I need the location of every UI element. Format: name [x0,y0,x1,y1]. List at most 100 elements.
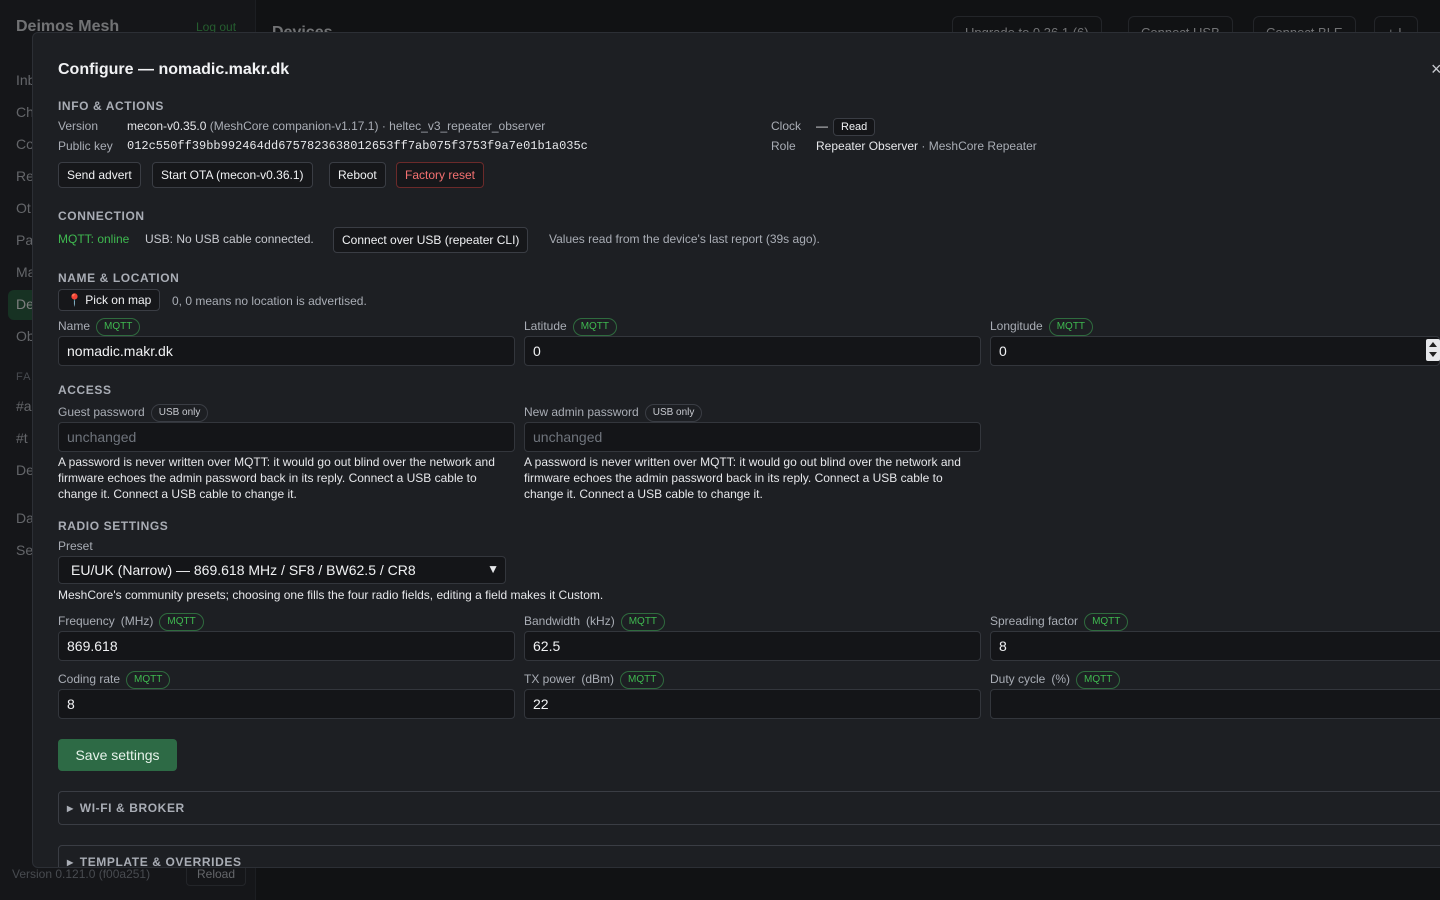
longitude-label-text: Longitude [990,319,1043,334]
frequency-input[interactable] [58,631,515,661]
role-name: Repeater Observer [816,139,919,153]
pubkey-label: Public key [58,139,113,153]
coding-rate-label-text: Coding rate [58,672,121,687]
duty-cycle-label: Duty cycle (%) MQTT [990,671,1121,689]
save-settings-button[interactable]: Save settings [58,739,177,771]
guest-password-input[interactable] [58,422,515,452]
name-label-text: Name [58,319,91,334]
name-input[interactable] [58,336,515,366]
disclosure-triangle-icon: ▶ [67,804,74,813]
spreading-factor-input[interactable] [990,631,1440,661]
start-ota-button[interactable]: Start OTA (mecon-v0.36.1) [152,162,313,188]
latitude-field-label: Latitude MQTT [524,318,618,336]
mqtt-badge: MQTT [159,613,204,631]
mqtt-badge: MQTT [1076,671,1121,689]
configure-modal: Configure — nomadic.makr.dk × INFO & ACT… [32,32,1440,868]
section-radio-heading: RADIO SETTINGS [58,519,169,533]
name-field-label: Name MQTT [58,318,141,336]
firmware-version: mecon-v0.35.0 [127,119,207,133]
coding-rate-input[interactable] [58,689,515,719]
wifi-broker-heading: WI-FI & BROKER [79,801,185,815]
sidebar-item-pa[interactable]: Pa [16,232,33,248]
section-name-location-heading: NAME & LOCATION [58,271,180,285]
app-version: Version 0.121.0 (f00a251) [12,867,151,881]
mqtt-badge: MQTT [620,671,665,689]
admin-password-input[interactable] [524,422,981,452]
preset-label: Preset [58,539,93,553]
section-access-heading: ACCESS [58,383,112,397]
factory-reset-button[interactable]: Factory reset [396,162,485,188]
mqtt-badge: MQTT [1048,318,1094,336]
version-label: Version [58,119,99,133]
preset-note: MeshCore's community presets; choosing o… [58,588,604,602]
section-connection-heading: CONNECTION [58,209,145,223]
clock-read-button[interactable]: Read [833,118,876,136]
mqtt-badge: MQTT [96,318,141,336]
latitude-input[interactable] [524,336,981,366]
sidebar-item-settings[interactable]: Se [16,542,33,558]
bandwidth-label-text: Bandwidth [524,614,581,629]
role-value: Repeater Observer · MeshCore Repeater [816,139,1037,153]
sidebar-item-ot[interactable]: Ot [16,200,31,216]
number-stepper-icon[interactable] [1426,339,1440,361]
mqtt-badge: MQTT [620,613,666,631]
admin-password-help: A password is never written over MQTT: i… [524,455,961,501]
longitude-field-label: Longitude MQTT [990,318,1094,336]
version-value: mecon-v0.35.0 (MeshCore companion-v1.17.… [127,119,545,133]
frequency-label: Frequency (MHz) MQTT [58,613,204,631]
mqtt-badge: MQTT [572,318,618,336]
modal-title: Configure — nomadic.makr.dk [58,61,290,78]
send-advert-button[interactable]: Send advert [58,162,141,188]
admin-password-label: New admin password USB only [524,404,703,422]
mqtt-badge: MQTT [126,671,171,689]
guest-password-help: A password is never written over MQTT: i… [58,455,495,501]
bandwidth-label: Bandwidth (kHz) MQTT [524,613,666,631]
firmware-detail: (MeshCore companion-v1.17.1) · heltec_v3… [209,119,546,133]
tx-power-label-text: TX power [524,672,576,687]
tx-power-label: TX power (dBm) MQTT [524,671,665,689]
sidebar-section-favorites: FA [16,371,32,383]
pubkey-value: 012c550ff39bb992464dd6757823638012653ff7… [127,139,588,153]
wifi-broker-section[interactable]: ▶ WI-FI & BROKER [58,791,1440,825]
disclosure-triangle-icon: ▶ [67,858,74,867]
mqtt-badge: MQTT [1084,613,1129,631]
template-overrides-section[interactable]: ▶ TEMPLATE & OVERRIDES [58,845,1440,868]
tx-power-input[interactable] [524,689,981,719]
sidebar-fav-item[interactable]: #a [16,398,32,414]
close-icon[interactable]: × [1431,59,1440,80]
sidebar-fav-item[interactable]: #t [16,430,28,446]
role-label: Role [771,139,796,153]
duty-cycle-unit: (%) [1051,672,1071,687]
tx-power-unit: (dBm) [581,672,615,687]
bandwidth-unit: (kHz) [586,614,615,629]
mqtt-status: MQTT: online [58,232,130,246]
chevron-down-icon: ▼ [487,562,499,576]
spreading-factor-label: Spreading factor MQTT [990,613,1129,631]
report-note: Values read from the device's last repor… [549,232,820,246]
section-info-heading: INFO & ACTIONS [58,99,164,113]
usb-only-badge: USB only [644,404,703,422]
coding-rate-label: Coding rate MQTT [58,671,171,689]
longitude-input[interactable] [990,336,1440,366]
preset-select[interactable]: EU/UK (Narrow) — 869.618 MHz / SF8 / BW6… [58,556,506,584]
preset-selected-value: EU/UK (Narrow) — 869.618 MHz / SF8 / BW6… [71,562,416,578]
duty-cycle-input[interactable] [990,689,1440,719]
usb-status: USB: No USB cable connected. [145,232,314,246]
connect-usb-cli-button[interactable]: Connect over USB (repeater CLI) [333,227,529,253]
latitude-label-text: Latitude [524,319,567,334]
longitude-field [990,336,1440,366]
reboot-button[interactable]: Reboot [329,162,386,188]
guest-password-label: Guest password USB only [58,404,209,422]
admin-password-label-text: New admin password [524,405,639,420]
template-overrides-heading: TEMPLATE & OVERRIDES [79,855,242,868]
frequency-unit: (MHz) [120,614,154,629]
bandwidth-input[interactable] [524,631,981,661]
location-note: 0, 0 means no location is advertised. [172,294,367,308]
role-detail: · MeshCore Repeater [921,139,1037,153]
pick-on-map-button[interactable]: 📍 Pick on map [58,289,161,311]
clock-value: — [816,119,828,133]
frequency-label-text: Frequency [58,614,115,629]
clock-label: Clock [771,119,802,133]
guest-password-label-text: Guest password [58,405,145,420]
duty-cycle-label-text: Duty cycle [990,672,1046,687]
